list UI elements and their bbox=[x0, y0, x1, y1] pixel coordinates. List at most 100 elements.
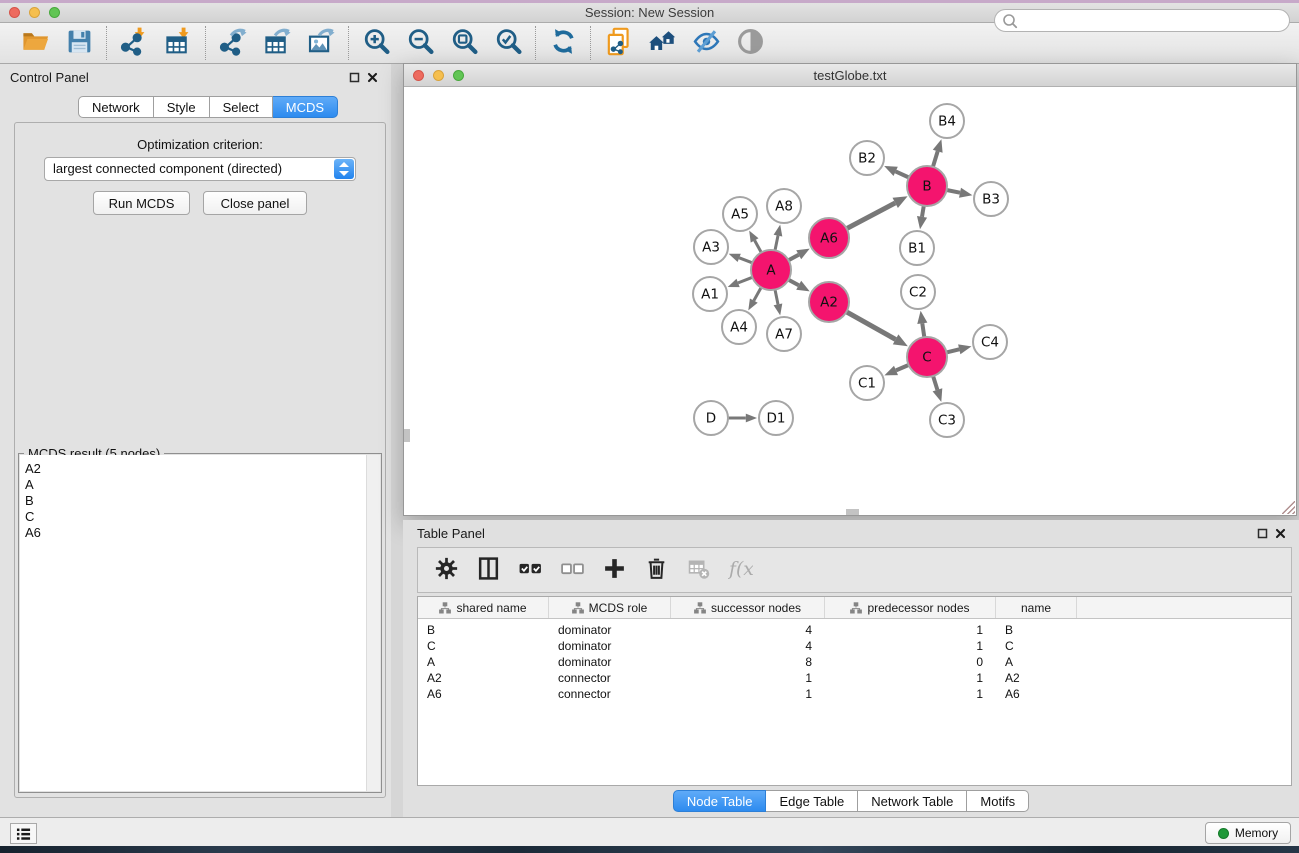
node-A2[interactable]: A2 bbox=[809, 282, 849, 322]
run-mcds-button[interactable]: Run MCDS bbox=[93, 191, 190, 215]
memory-button[interactable]: Memory bbox=[1205, 822, 1291, 844]
mcds-result-item[interactable]: A bbox=[25, 477, 366, 493]
tab-network-table[interactable]: Network Table bbox=[858, 790, 967, 812]
import-table-button[interactable] bbox=[159, 26, 197, 60]
node-C3[interactable]: C3 bbox=[930, 403, 964, 437]
hide-graphics-details-button[interactable] bbox=[687, 26, 725, 60]
node-C2[interactable]: C2 bbox=[901, 275, 935, 309]
show-graphics-details-button[interactable] bbox=[731, 26, 769, 60]
mcds-result-item[interactable]: B bbox=[25, 493, 366, 509]
tab-network[interactable]: Network bbox=[78, 96, 154, 118]
delete-columns-button[interactable] bbox=[642, 555, 670, 585]
edge-B-B4[interactable] bbox=[933, 151, 938, 167]
edge-A-A6[interactable] bbox=[789, 255, 799, 261]
export-table-button[interactable] bbox=[258, 26, 296, 60]
node-A1[interactable]: A1 bbox=[693, 277, 727, 311]
cybrowser-home-button[interactable] bbox=[643, 26, 681, 60]
edge-A-A7[interactable] bbox=[775, 290, 778, 305]
zoom-out-button[interactable] bbox=[401, 26, 439, 60]
tab-motifs[interactable]: Motifs bbox=[967, 790, 1029, 812]
refresh-layout-button[interactable] bbox=[544, 26, 582, 60]
network-canvas[interactable]: B4B2BB3A8A5A6A3B1AC2A1A2A4A7C4CC1DD1C3 bbox=[404, 87, 1296, 515]
column-header-MCDS-role[interactable]: MCDS role bbox=[549, 597, 671, 618]
mcds-result-scrollbar[interactable] bbox=[366, 455, 380, 791]
edge-C-C3[interactable] bbox=[933, 376, 937, 390]
export-image-button[interactable] bbox=[302, 26, 340, 60]
close-panel-button[interactable]: Close panel bbox=[203, 191, 307, 215]
new-network-from-selection-button[interactable] bbox=[599, 26, 637, 60]
mcds-result-list[interactable]: A2ABCA6 bbox=[20, 455, 366, 791]
create-column-button[interactable] bbox=[600, 555, 628, 585]
table-row[interactable]: A6connector11A6 bbox=[418, 686, 1291, 702]
delete-table-button[interactable] bbox=[684, 555, 712, 585]
node-A8[interactable]: A8 bbox=[767, 189, 801, 223]
node-A4[interactable]: A4 bbox=[722, 310, 756, 344]
column-header-successor-nodes[interactable]: successor nodes bbox=[671, 597, 825, 618]
mcds-result-item[interactable]: A2 bbox=[25, 461, 366, 477]
float-panel-icon[interactable] bbox=[345, 68, 363, 86]
function-builder-button[interactable]: f(x) bbox=[726, 555, 754, 585]
zoom-fit-button[interactable] bbox=[445, 26, 483, 60]
node-C4[interactable]: C4 bbox=[973, 325, 1007, 359]
node-B2[interactable]: B2 bbox=[850, 141, 884, 175]
export-network-button[interactable] bbox=[214, 26, 252, 60]
criterion-dropdown[interactable]: largest connected component (directed) bbox=[44, 157, 356, 181]
table-close-panel-icon[interactable] bbox=[1271, 524, 1289, 542]
node-A3[interactable]: A3 bbox=[694, 230, 728, 264]
column-header-predecessor-nodes[interactable]: predecessor nodes bbox=[825, 597, 996, 618]
edge-A-A4[interactable] bbox=[754, 287, 761, 300]
column-header-shared-name[interactable]: shared name bbox=[418, 597, 549, 618]
select-all-columns-button[interactable] bbox=[516, 555, 544, 585]
node-B1[interactable]: B1 bbox=[900, 231, 934, 265]
node-A6[interactable]: A6 bbox=[809, 218, 849, 258]
search-input[interactable] bbox=[994, 9, 1290, 32]
node-A[interactable]: A bbox=[751, 250, 791, 290]
table-row[interactable]: Adominator80A bbox=[418, 654, 1291, 670]
window-resize-grip[interactable] bbox=[1282, 501, 1295, 514]
close-panel-icon[interactable] bbox=[363, 68, 381, 86]
node-D1[interactable]: D1 bbox=[759, 401, 793, 435]
save-session-button[interactable] bbox=[60, 26, 98, 60]
open-file-button[interactable] bbox=[16, 26, 54, 60]
import-network-button[interactable] bbox=[115, 26, 153, 60]
node-B3[interactable]: B3 bbox=[974, 182, 1008, 216]
edge-B-B2[interactable] bbox=[896, 171, 909, 177]
table-row[interactable]: Cdominator41C bbox=[418, 638, 1291, 654]
node-A7[interactable]: A7 bbox=[767, 317, 801, 351]
network-horizontal-scrollbar[interactable] bbox=[846, 509, 859, 515]
task-history-button[interactable] bbox=[10, 823, 37, 844]
node-D[interactable]: D bbox=[694, 401, 728, 435]
edge-C-C4[interactable] bbox=[947, 349, 960, 352]
edge-A6-B[interactable] bbox=[847, 203, 896, 229]
tab-style[interactable]: Style bbox=[154, 96, 210, 118]
edge-A-A8[interactable] bbox=[775, 236, 778, 251]
zoom-selected-button[interactable] bbox=[489, 26, 527, 60]
edge-A-A5[interactable] bbox=[755, 240, 762, 252]
unselect-all-columns-button[interactable] bbox=[558, 555, 586, 585]
zoom-in-button[interactable] bbox=[357, 26, 395, 60]
tab-node-table[interactable]: Node Table bbox=[673, 790, 767, 812]
edge-B-B1[interactable] bbox=[922, 206, 924, 217]
edge-B-B3[interactable] bbox=[947, 190, 960, 193]
node-B4[interactable]: B4 bbox=[930, 104, 964, 138]
table-float-panel-icon[interactable] bbox=[1253, 524, 1271, 542]
network-vertical-scrollbar[interactable] bbox=[404, 429, 410, 442]
tab-edge-table[interactable]: Edge Table bbox=[766, 790, 858, 812]
node-B[interactable]: B bbox=[907, 166, 947, 206]
node-C[interactable]: C bbox=[907, 337, 947, 377]
table-row[interactable]: A2connector11A2 bbox=[418, 670, 1291, 686]
edge-A-A3[interactable] bbox=[739, 258, 752, 263]
edge-A2-C[interactable] bbox=[846, 312, 895, 340]
edge-A-A1[interactable] bbox=[738, 277, 752, 283]
mcds-result-item[interactable]: C bbox=[25, 509, 366, 525]
edge-A-A2[interactable] bbox=[789, 280, 799, 286]
column-header-name[interactable]: name bbox=[996, 597, 1077, 618]
table-options-button[interactable] bbox=[432, 555, 460, 585]
edge-C-C2[interactable] bbox=[922, 323, 924, 337]
table-row[interactable]: Bdominator41B bbox=[418, 622, 1291, 638]
edge-C-C1[interactable] bbox=[896, 365, 909, 370]
node-C1[interactable]: C1 bbox=[850, 366, 884, 400]
mcds-result-item[interactable]: A6 bbox=[25, 525, 366, 541]
column-layout-button[interactable] bbox=[474, 555, 502, 585]
tab-select[interactable]: Select bbox=[210, 96, 273, 118]
